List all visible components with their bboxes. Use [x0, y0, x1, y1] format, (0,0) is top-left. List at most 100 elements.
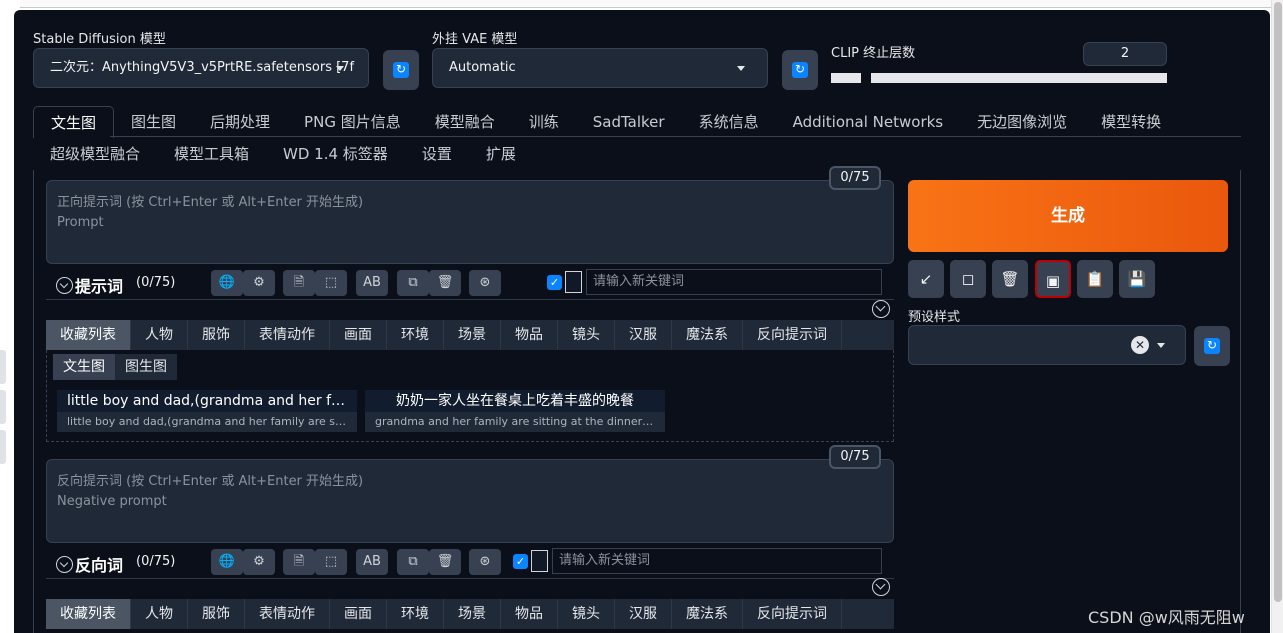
page-scrollbar[interactable] [1271, 0, 1283, 633]
square-icon[interactable]: ◻ [950, 260, 986, 298]
tab-divider [110, 136, 1241, 137]
negative-toolbar-title[interactable]: 反向词 [56, 552, 123, 576]
globe-icon[interactable]: 🌐 [211, 270, 243, 296]
tab-item[interactable]: 后期处理 [193, 106, 287, 138]
new-keyword-input[interactable]: 请输入新关键词 [552, 548, 882, 574]
positive-token-counter: 0/75 [829, 166, 881, 190]
tab-item[interactable]: 模型转换 [1084, 106, 1178, 138]
category-tab[interactable]: 场景 [444, 320, 501, 350]
category-tab[interactable]: 环境 [387, 320, 444, 350]
new-keyword-input[interactable]: 请输入新关键词 [586, 269, 882, 295]
copy-icon[interactable]: ⧉ [397, 270, 429, 296]
tab-item[interactable]: 训练 [512, 106, 576, 138]
frame-icon[interactable]: ⬚ [315, 549, 347, 575]
trash-icon[interactable]: 🗑 [429, 549, 461, 575]
category-tab[interactable]: 收藏列表 [46, 320, 131, 350]
favorites-subtabs: 文生图 图生图 [53, 354, 177, 380]
favorite-card-2[interactable]: 奶奶一家人坐在餐桌上吃着丰盛的晚餐 grandma and her family… [365, 390, 665, 432]
category-tab[interactable]: 表情动作 [245, 599, 330, 629]
category-tab[interactable]: 人物 [131, 599, 188, 629]
gear-icon[interactable]: ⚙ [243, 549, 275, 575]
category-tab[interactable]: 反向提示词 [743, 599, 842, 629]
tab-item[interactable]: 文生图 [33, 106, 115, 138]
category-tab[interactable]: 物品 [501, 320, 558, 350]
styles-refresh-button[interactable]: ↻ [1194, 326, 1230, 366]
trash-icon[interactable]: 🗑 [992, 260, 1028, 298]
vae-model-select[interactable]: Automatic [432, 48, 768, 88]
favorites-subtab[interactable]: 图生图 [115, 354, 177, 380]
send-arrow-icon[interactable]: ↙ [908, 260, 944, 298]
tab-item[interactable]: 扩展 [469, 138, 533, 170]
negative-collapse-toggle[interactable] [872, 578, 890, 596]
tab-item[interactable]: 模型融合 [418, 106, 512, 138]
category-tab[interactable]: 汉服 [615, 320, 672, 350]
generate-button[interactable]: 生成 [908, 180, 1228, 252]
negative-prompt-textarea[interactable]: 反向提示词 (按 Ctrl+Enter 或 Alt+Enter 开始生成) Ne… [46, 459, 894, 543]
negative-token-counter: 0/75 [829, 445, 881, 469]
category-tab[interactable]: 收藏列表 [46, 599, 131, 629]
clear-icon[interactable]: ✕ [1131, 336, 1149, 354]
keyword-checkbox[interactable]: ✓ [547, 275, 562, 290]
tab-item[interactable]: Additional Networks [776, 106, 961, 138]
positive-collapse-toggle[interactable] [872, 300, 890, 318]
positive-title-text: 提示词 [75, 277, 124, 296]
category-tab[interactable]: 表情动作 [245, 320, 330, 350]
document-icon[interactable]: 🗎 [283, 270, 315, 296]
document-icon[interactable]: 🗎 [283, 549, 315, 575]
ab-icon[interactable]: AB [356, 270, 388, 296]
category-tab[interactable]: 服饰 [188, 320, 245, 350]
positive-prompt-textarea[interactable]: 正向提示词 (按 Ctrl+Enter 或 Alt+Enter 开始生成) Pr… [46, 180, 894, 264]
favorites-subtab[interactable]: 文生图 [53, 354, 115, 380]
positive-prompt-toolbar: 提示词 (0/75) ✓ 请输入新关键词 🌐 ⚙ 🗎 ⬚ AB ⧉ 🗑 ⊛ [46, 266, 894, 300]
openai-icon[interactable]: ⊛ [469, 549, 501, 575]
tab-item[interactable]: WD 1.4 标签器 [266, 138, 405, 170]
category-tab[interactable]: 汉服 [615, 599, 672, 629]
category-tab[interactable]: 镜头 [558, 599, 615, 629]
tab-item[interactable]: 无边图像浏览 [960, 106, 1084, 138]
category-tab[interactable]: 物品 [501, 599, 558, 629]
favorites-panel: 文生图 图生图 little boy and dad,(grandma and h… [46, 350, 894, 442]
text-cursor-icon [531, 550, 548, 572]
styles-select[interactable]: ✕ [908, 325, 1186, 365]
clip-skip-input[interactable]: 2 [1083, 42, 1167, 66]
save-icon[interactable]: 💾 [1119, 260, 1155, 298]
ab-icon[interactable]: AB [356, 549, 388, 575]
scrollbar-thumb[interactable] [1274, 2, 1282, 602]
category-tab[interactable]: 画面 [330, 599, 387, 629]
sd-refresh-button[interactable]: ↻ [383, 50, 419, 90]
vae-model-label: 外挂 VAE 模型 [432, 32, 518, 47]
favorite-card-1[interactable]: little boy and dad,(grandma and her fami… [57, 390, 357, 432]
keyword-checkbox[interactable]: ✓ [513, 554, 528, 569]
globe-icon[interactable]: 🌐 [211, 549, 243, 575]
tab-item[interactable]: 设置 [405, 138, 469, 170]
trash-icon[interactable]: 🗑 [429, 270, 461, 296]
category-tab[interactable]: 画面 [330, 320, 387, 350]
clip-slider-filled[interactable] [831, 73, 861, 83]
favorite-card-subtitle: grandma and her family are sitting at th… [375, 415, 665, 428]
clip-skip-slider[interactable] [871, 73, 1167, 83]
frame-icon[interactable]: ⬚ [315, 270, 347, 296]
tab-item[interactable]: SadTalker [576, 106, 682, 138]
category-tab[interactable]: 镜头 [558, 320, 615, 350]
category-tab[interactable]: 场景 [444, 599, 501, 629]
vae-refresh-button[interactable]: ↻ [782, 50, 818, 90]
tab-item[interactable]: 模型工具箱 [157, 138, 266, 170]
tab-item[interactable]: PNG 图片信息 [287, 106, 418, 138]
tab-item[interactable]: 系统信息 [682, 106, 776, 138]
category-tab[interactable]: 服饰 [188, 599, 245, 629]
openai-icon[interactable]: ⊛ [469, 270, 501, 296]
gear-icon[interactable]: ⚙ [243, 270, 275, 296]
category-tab[interactable]: 环境 [387, 599, 444, 629]
category-tab[interactable]: 魔法系 [672, 599, 743, 629]
styles-label: 预设样式 [908, 310, 961, 325]
copy-icon[interactable]: ⧉ [397, 549, 429, 575]
extra-networks-icon[interactable]: ▣ [1035, 260, 1071, 298]
category-tab[interactable]: 反向提示词 [743, 320, 842, 350]
sd-model-select[interactable]: 二次元：AnythingV5V3_v5PrtRE.safetensors [7f [33, 48, 369, 88]
tab-item[interactable]: 图生图 [114, 106, 193, 138]
tab-item[interactable]: 超级模型融合 [33, 138, 157, 170]
category-tab[interactable]: 魔法系 [672, 320, 743, 350]
clipboard-icon[interactable]: 📋 [1077, 260, 1113, 298]
category-tab[interactable]: 人物 [131, 320, 188, 350]
positive-toolbar-title[interactable]: 提示词 [56, 273, 123, 297]
